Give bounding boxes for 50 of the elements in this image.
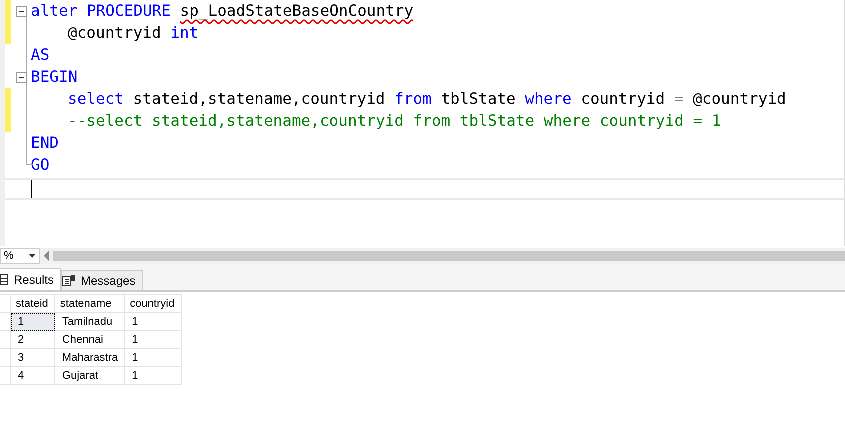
sql-identifier: tblState: [441, 90, 516, 108]
sql-keyword: alter: [31, 2, 78, 20]
table-cell: 1: [124, 312, 182, 330]
sql-identifier: sp_LoadStateBaseOnCountry: [180, 2, 414, 20]
table-cell: 1: [124, 348, 182, 366]
sql-keyword: where: [525, 90, 572, 108]
grid-icon: [0, 274, 9, 286]
sql-identifier: @countryid: [68, 24, 162, 42]
table-cell: Maharastra: [54, 348, 125, 366]
code-line[interactable]: END: [5, 132, 844, 154]
sql-keyword: BEGIN: [31, 68, 78, 86]
sql-keyword: AS: [31, 46, 50, 64]
text-caret: [31, 180, 32, 198]
sql-comment: --select stateid,statename,countryid from tblState where countryid = 1: [68, 112, 722, 130]
table-cell: Gujarat: [54, 366, 125, 384]
results-tab[interactable]: Results: [0, 268, 62, 290]
results-tab[interactable]: Messages: [61, 270, 143, 290]
table-cell: Tamilnadu: [54, 312, 125, 330]
code-line[interactable]: select stateid,statename,countryid from tblState where countryid = @countryid: [5, 88, 844, 110]
table-cell: 2: [10, 330, 55, 348]
sql-identifier: @countryid: [693, 90, 786, 108]
sql-operator: =: [674, 90, 684, 108]
code-line[interactable]: GO: [5, 154, 844, 176]
sql-keyword: END: [31, 134, 59, 152]
code-line[interactable]: AS: [5, 44, 844, 66]
table-cell: 1: [124, 366, 182, 384]
sql-identifier: countryid: [581, 90, 666, 108]
column-header[interactable]: countryid: [124, 294, 182, 312]
code-line[interactable]: --select stateid,statename,countryid from tblState where countryid = 1: [5, 110, 844, 132]
zoom-dropdown[interactable]: %: [0, 248, 40, 264]
table-cell: 3: [10, 348, 55, 366]
sql-keyword: select: [68, 90, 124, 108]
sql-keyword: PROCEDURE: [86, 2, 171, 20]
table-cell: 1: [10, 312, 55, 330]
table-cell: Chennai: [54, 330, 125, 348]
code-line[interactable]: BEGIN: [5, 66, 844, 88]
dropdown-arrow-icon: [29, 254, 36, 258]
sql-keyword: from: [394, 90, 432, 108]
table-cell: 4: [10, 366, 55, 384]
collapse-icon[interactable]: [16, 6, 26, 16]
sql-identifier: stateid,statename,countryid: [133, 90, 386, 108]
sql-keyword: int: [170, 24, 199, 42]
code-line[interactable]: alter PROCEDURE sp_LoadStateBaseOnCountry: [5, 0, 844, 22]
message-icon: [62, 274, 76, 287]
column-header[interactable]: statename: [54, 294, 125, 312]
code-line[interactable]: @countryid int: [5, 22, 844, 44]
sql-keyword: GO: [31, 156, 50, 174]
table-cell: 1: [124, 330, 182, 348]
collapse-icon[interactable]: [16, 72, 26, 82]
horizontal-scrollbar[interactable]: [53, 251, 845, 261]
